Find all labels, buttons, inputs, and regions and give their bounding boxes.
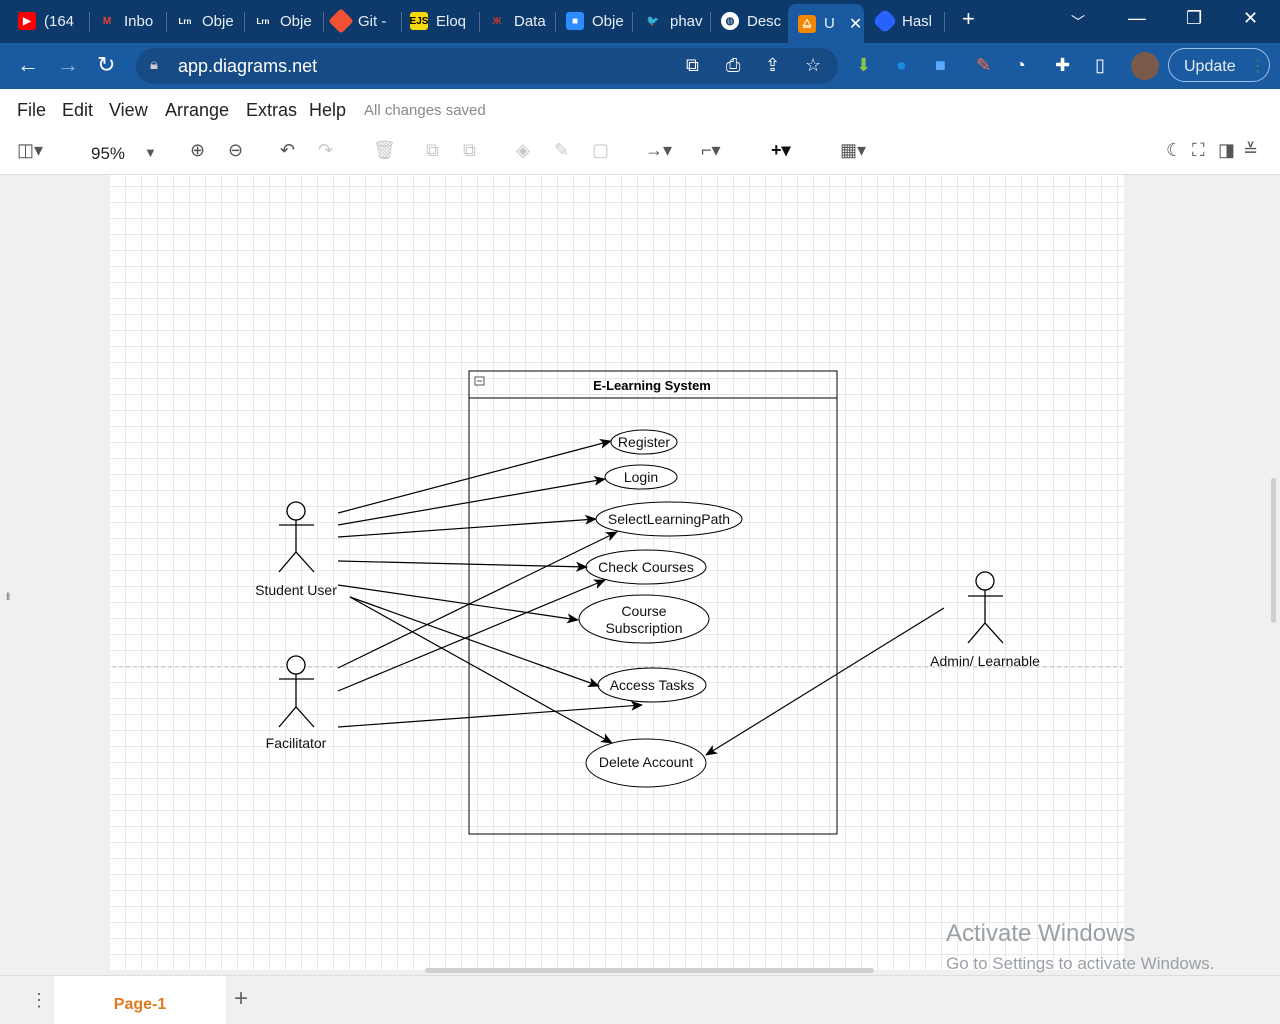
edge-admin-delete — [705, 607, 945, 756]
label-delete-account: Delete Account — [599, 754, 693, 770]
edge-student-subscription — [337, 584, 579, 624]
frame-title: E-Learning System — [593, 378, 711, 393]
edge-student-check — [337, 560, 588, 572]
actor-student-label: Student User — [255, 582, 337, 598]
edge-facilitator-access — [337, 700, 643, 728]
edge-student-access — [349, 596, 600, 688]
edge-facilitator-select — [337, 531, 618, 669]
label-check-courses: Check Courses — [598, 559, 694, 575]
add-page-icon[interactable]: + — [234, 985, 248, 1013]
label-course-subscription-1: Course — [621, 603, 666, 619]
edge-student-register — [337, 438, 612, 514]
activate-windows-subtitle: Go to Settings to activate Windows. — [946, 954, 1215, 973]
label-course-subscription-2: Subscription — [605, 620, 682, 636]
label-register: Register — [618, 434, 670, 450]
actor-student-icon[interactable] — [278, 501, 315, 573]
label-select-learning-path: SelectLearningPath — [608, 511, 730, 527]
pages-menu-icon[interactable]: ⋮ — [30, 990, 48, 1011]
actor-facilitator-label: Facilitator — [266, 735, 327, 751]
horizontal-scrollbar[interactable] — [425, 968, 874, 973]
edge-student-select — [337, 514, 597, 538]
actor-admin-icon[interactable] — [967, 571, 1004, 644]
activate-windows-title: Activate Windows — [946, 920, 1136, 947]
actor-admin-label: Admin/ Learnable — [930, 653, 1040, 669]
vertical-scrollbar[interactable] — [1271, 478, 1276, 623]
diagram-canvas: E-Learning System Register Login SelectL… — [112, 370, 1122, 835]
label-login: Login — [624, 469, 658, 485]
label-access-tasks: Access Tasks — [610, 677, 695, 693]
page-tab-1[interactable]: Page-1 — [54, 976, 226, 1024]
